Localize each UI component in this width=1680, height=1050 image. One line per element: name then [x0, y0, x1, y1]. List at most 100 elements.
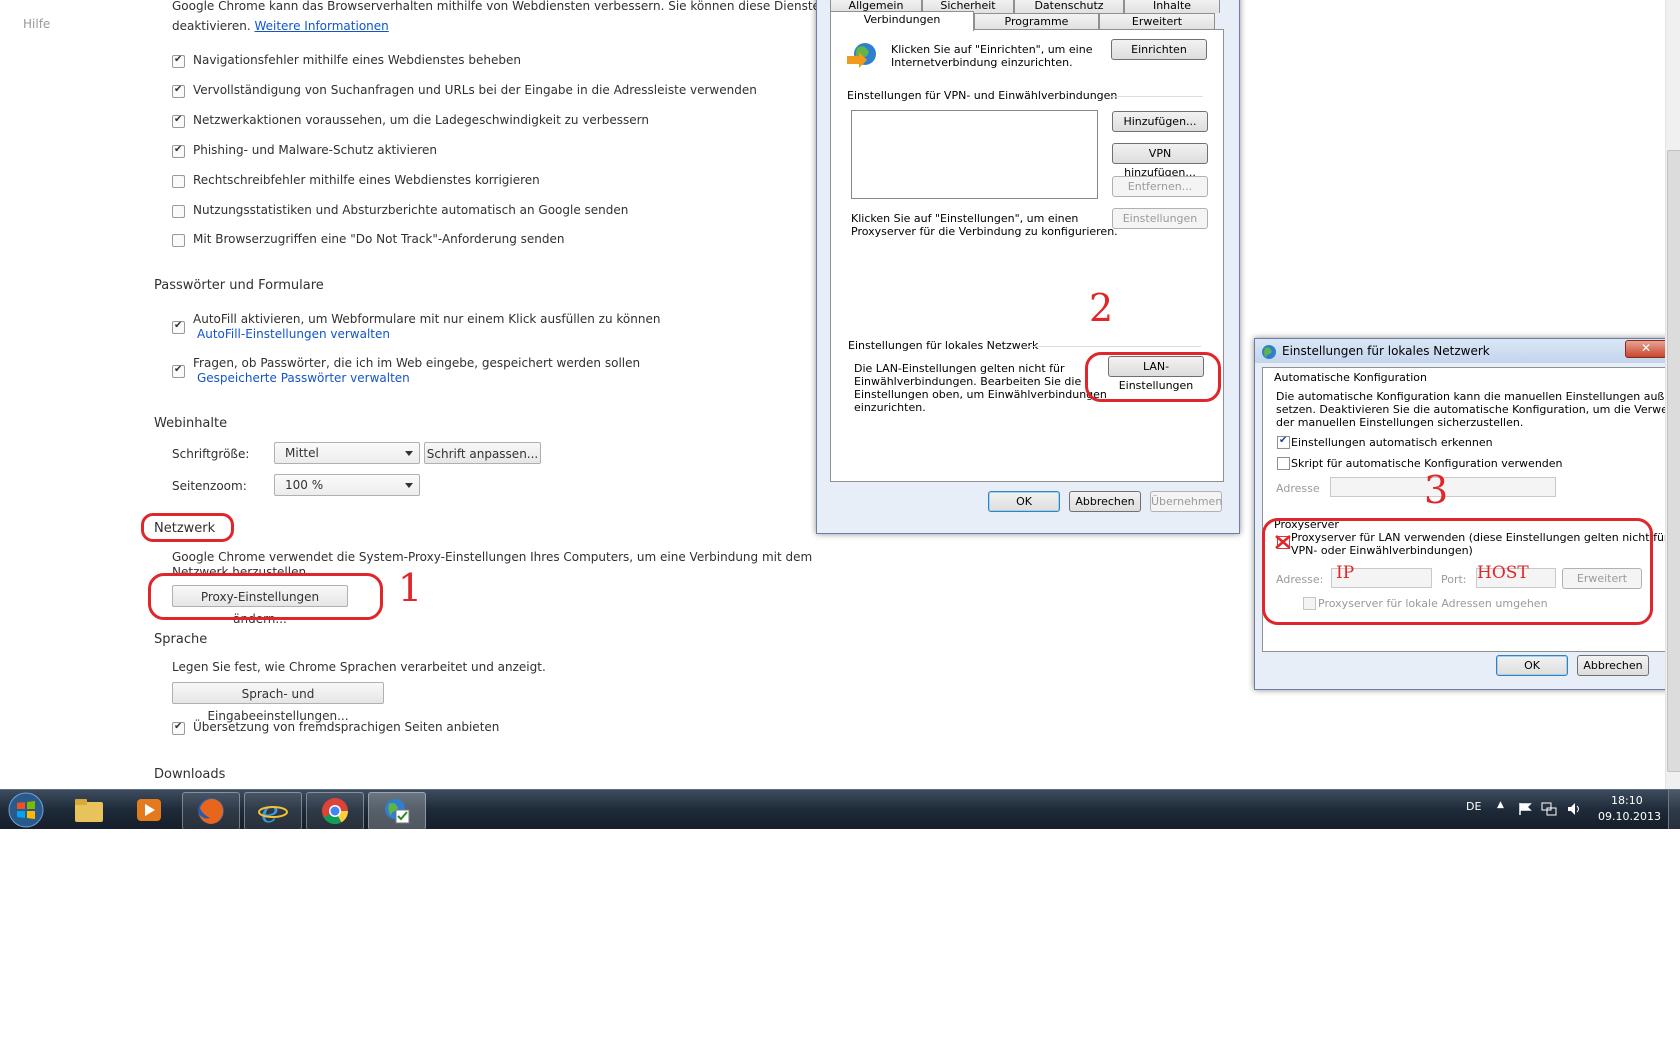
- network-description: Google Chrome verwendet die System-Proxy…: [172, 550, 813, 564]
- internet-explorer-icon: e: [258, 796, 288, 826]
- internet-options-icon: [385, 799, 410, 824]
- annotation-number-1: 1: [398, 566, 423, 610]
- network-globe-icon: [1262, 345, 1276, 359]
- checkbox[interactable]: [172, 320, 185, 334]
- ie-taskbar-item[interactable]: e: [244, 792, 302, 830]
- connections-panel: Klicken Sie auf "Einrichten", um eine In…: [830, 29, 1224, 482]
- proxy-text-2: Proxyserver für die Verbindung zu konfig…: [851, 225, 1118, 238]
- add-vpn-button[interactable]: VPN hinzufügen...: [1112, 143, 1208, 179]
- folder-icon: [75, 799, 103, 822]
- tab-erweitert[interactable]: Erweitert: [1099, 13, 1215, 29]
- empty-area: [0, 829, 1680, 1050]
- annotation-netzwerk-ring: [141, 513, 234, 542]
- media-player-icon: [137, 799, 161, 821]
- checkbox[interactable]: [172, 205, 185, 218]
- internet-options-taskbar-item[interactable]: [368, 792, 426, 830]
- font-size-label: Schriftgröße:: [172, 447, 250, 461]
- annotation-lan-ring: [1085, 352, 1221, 402]
- auto-config-desc-3: der manuellen Einstellungen sicherzustel…: [1276, 416, 1524, 429]
- tab-datenschutz[interactable]: Datenschutz: [1014, 0, 1124, 13]
- checkbox[interactable]: [172, 721, 185, 735]
- vpn-connections-list[interactable]: [851, 110, 1098, 199]
- setup-text: Klicken Sie auf "Einrichten", um eine: [891, 43, 1093, 56]
- language-section-title: Sprache: [154, 632, 208, 647]
- desktop-screen: Hilfe Google Chrome kann das Browserverh…: [0, 0, 1680, 789]
- action-center-flag-icon[interactable]: [1518, 802, 1532, 816]
- annotation-proxy-server-ring: [1262, 518, 1653, 625]
- divider: [1109, 96, 1203, 97]
- privacy-more-link[interactable]: Weitere Informationen: [254, 19, 388, 33]
- page-scrollbar[interactable]: [1665, 0, 1680, 789]
- chrome-taskbar-item[interactable]: [306, 792, 364, 830]
- add-button[interactable]: Hinzufügen...: [1112, 111, 1208, 132]
- annotation-number-3: 3: [1424, 468, 1449, 512]
- checkbox[interactable]: [172, 144, 185, 158]
- tab-inhalte[interactable]: Inhalte: [1124, 0, 1220, 13]
- checkbox[interactable]: [172, 364, 185, 378]
- ok-button[interactable]: OK: [988, 491, 1060, 512]
- lan-text-4: einzurichten.: [854, 401, 926, 414]
- auto-config-group-label: Automatische Konfiguration: [1274, 371, 1427, 384]
- language-settings-button[interactable]: Sprach- und Eingabeeinstellungen...: [172, 682, 384, 723]
- internet-options-dialog: Allgemein Sicherheit Datenschutz Inhalte…: [816, 0, 1240, 534]
- font-size-select[interactable]: Mittel: [274, 442, 420, 464]
- auto-script-checkbox[interactable]: [1277, 457, 1290, 470]
- chevron-down-icon: [405, 483, 413, 488]
- tab-programme[interactable]: Programme: [974, 13, 1099, 29]
- show-desktop-button[interactable]: [1668, 790, 1680, 830]
- tab-verbindungen[interactable]: Verbindungen: [830, 11, 974, 31]
- page-zoom-select[interactable]: 100 %: [274, 474, 420, 496]
- scrollbar-thumb[interactable]: [1667, 150, 1680, 772]
- media-player-taskbar-item[interactable]: [121, 792, 177, 828]
- customize-fonts-button[interactable]: Schrift anpassen...: [424, 442, 541, 464]
- network-icon[interactable]: [1541, 801, 1557, 817]
- remove-button[interactable]: Entfernen...: [1112, 176, 1208, 197]
- volume-icon[interactable]: [1566, 801, 1582, 817]
- chrome-icon: [322, 798, 349, 825]
- checkbox[interactable]: [172, 175, 185, 188]
- firefox-taskbar-item[interactable]: [182, 792, 240, 830]
- firefox-icon: [198, 798, 224, 824]
- lan-cancel-button[interactable]: Abbrechen: [1577, 655, 1649, 676]
- checkbox[interactable]: [172, 84, 185, 98]
- annotation-number-2: 2: [1089, 286, 1114, 330]
- vpn-group-label: Einstellungen für VPN- und Einwählverbin…: [847, 89, 1118, 102]
- divider: [1027, 346, 1201, 347]
- chevron-down-icon: [405, 451, 413, 456]
- checkbox[interactable]: [172, 54, 185, 68]
- lan-text: Die LAN-Einstellungen gelten nicht für: [854, 362, 1065, 375]
- lan-text-3: Einstellungen oben, um Einwählverbindung…: [854, 388, 1107, 401]
- close-icon[interactable]: ✕: [1625, 340, 1667, 358]
- tray-expand-icon[interactable]: ▲: [1497, 800, 1504, 810]
- language-description: Legen Sie fest, wie Chrome Sprachen vera…: [172, 660, 546, 674]
- checkbox[interactable]: [172, 114, 185, 128]
- lan-group-label: Einstellungen für lokales Netzwerk: [848, 339, 1039, 352]
- lan-text-2: Einwählverbindungen. Bearbeiten Sie die: [854, 375, 1082, 388]
- zoom-label: Seitenzoom:: [172, 479, 247, 493]
- auto-detect-checkbox[interactable]: [1277, 435, 1290, 449]
- annotation-proxy-ring: [148, 573, 383, 620]
- autofill-settings-link[interactable]: AutoFill-Einstellungen verwalten: [197, 327, 390, 341]
- auto-config-desc: Die automatische Konfiguration kann die …: [1276, 390, 1680, 403]
- start-button-icon[interactable]: [6, 791, 46, 829]
- script-address-label: Adresse: [1276, 482, 1320, 495]
- apply-button[interactable]: Übernehmen: [1150, 491, 1222, 512]
- proxy-text: Klicken Sie auf "Einstellungen", um eine…: [851, 212, 1079, 225]
- cancel-button[interactable]: Abbrechen: [1069, 491, 1141, 512]
- globe-icon: [847, 43, 876, 68]
- clock-date[interactable]: 09.10.2013: [1598, 810, 1661, 823]
- lan-dialog-title: Einstellungen für lokales Netzwerk: [1282, 344, 1490, 358]
- nav-help-link[interactable]: Hilfe: [23, 17, 50, 31]
- privacy-intro: Google Chrome kann das Browserverhalten …: [172, 0, 820, 13]
- clock-time[interactable]: 18:10: [1611, 794, 1643, 807]
- svg-text:e: e: [261, 796, 279, 826]
- vpn-settings-button[interactable]: Einstellungen: [1112, 208, 1208, 229]
- downloads-section-title: Downloads: [154, 767, 226, 782]
- saved-passwords-link[interactable]: Gespeicherte Passwörter verwalten: [197, 371, 410, 385]
- taskbar: e DE ▲ 18:10 09.10.2013: [0, 789, 1680, 830]
- checkbox[interactable]: [172, 234, 185, 247]
- input-language[interactable]: DE: [1466, 800, 1481, 813]
- lan-ok-button[interactable]: OK: [1496, 655, 1568, 676]
- explorer-taskbar-item[interactable]: [61, 792, 117, 828]
- setup-button[interactable]: Einrichten: [1111, 39, 1207, 60]
